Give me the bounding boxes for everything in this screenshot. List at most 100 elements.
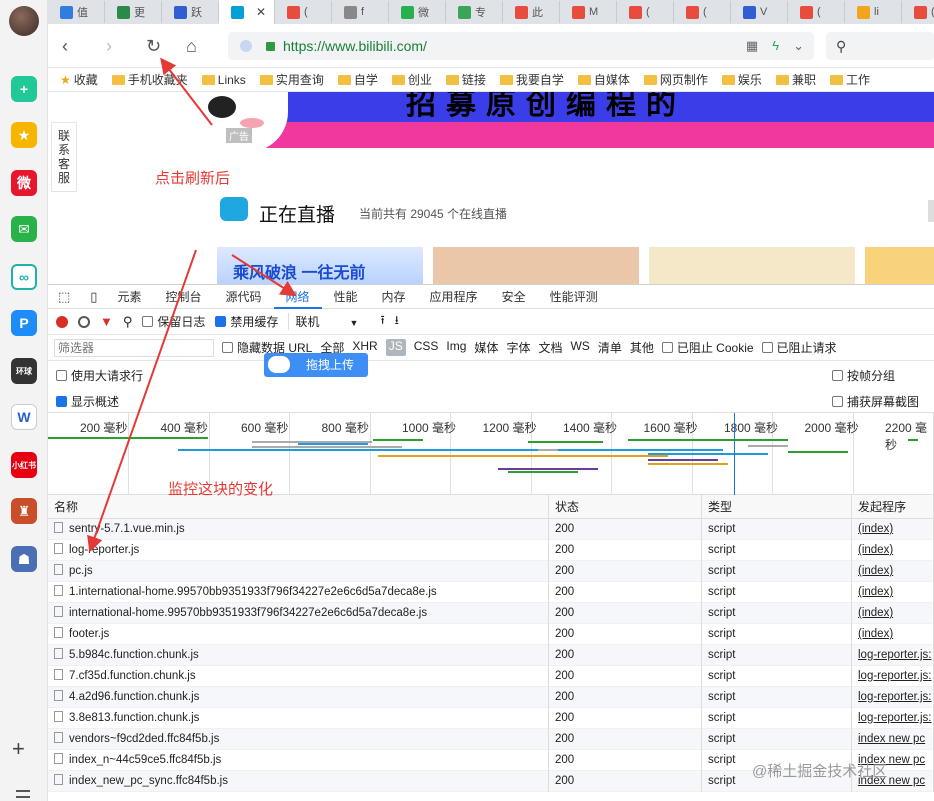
game-icon[interactable]: ♜ [11,498,37,524]
clear-icon[interactable] [78,315,90,328]
type-filter-button[interactable]: 其他 [630,339,654,356]
table-row[interactable]: 1.international-home.99570bb9351933f796f… [48,582,934,603]
devtools-tab[interactable]: 控制台 [153,285,213,309]
table-row[interactable]: international-home.99570bb9351933f796f34… [48,603,934,624]
checkbox[interactable] [222,342,233,354]
bookmark-item[interactable]: 网页制作 [643,71,708,88]
search-icon[interactable]: ⚲ [123,314,133,330]
type-filter-button[interactable]: 清单 [598,339,622,356]
browser-tab[interactable]: 更 [105,1,162,23]
devtools-tab[interactable]: 性能 [322,285,370,309]
dock-app-icon[interactable]: + [11,76,37,102]
show-overview-checkbox[interactable]: 显示概述 [56,393,119,410]
add-icon[interactable]: + [12,736,25,762]
lightning-icon[interactable]: ϟ [772,38,779,54]
checkbox[interactable] [56,370,67,382]
table-row[interactable]: 4.a2d96.function.chunk.js 200 script log-re… [48,687,934,708]
weibo-icon[interactable]: 微 [11,170,37,196]
cell-initiator[interactable]: log-reporter.js: [852,687,934,708]
table-row[interactable]: 3.8e813.function.chunk.js 200 script log-re… [48,708,934,729]
live-thumbnail[interactable] [433,247,639,284]
cell-initiator[interactable]: log-reporter.js: [852,666,934,687]
cell-initiator[interactable]: (index) [852,540,934,561]
site-info-icon[interactable] [240,40,252,52]
table-row[interactable]: vendors~f9cd2ded.ffc84f5b.js 200 script ind… [48,729,934,750]
filter-input[interactable] [54,338,214,357]
type-filter-button[interactable]: WS [570,339,589,356]
contact-support-button[interactable]: 联 系 客 服 [51,122,77,192]
type-filter-button[interactable]: 媒体 [474,339,498,356]
bookmark-item[interactable]: 实用查询 [259,71,324,88]
close-icon[interactable]: ✕ [256,5,266,19]
column-name[interactable]: 名称 [48,495,549,519]
table-row[interactable]: pc.js 200 script (index) [48,561,934,582]
type-filter-button[interactable]: JS [385,339,406,356]
devtools-tab[interactable]: 应用程序 [418,285,490,309]
column-type[interactable]: 类型 [702,495,852,519]
browser-tab[interactable]: V [731,1,788,23]
bookmark-item[interactable]: 自媒体 [577,71,630,88]
xiaohongshu-icon[interactable]: 小红书 [11,452,37,478]
browser-tab[interactable]: 跃 [162,1,219,23]
avatar[interactable] [9,6,39,36]
checkbox[interactable] [832,370,843,382]
blocked-cookies-checkbox[interactable]: 已阻止 Cookie [661,339,754,356]
live-thumbnail[interactable] [865,247,934,284]
cell-initiator[interactable]: log-reporter.js: [852,645,934,666]
group-by-frame-checkbox[interactable]: 按帧分组 [832,367,895,384]
browser-tab[interactable]: ( [902,1,934,23]
blocked-requests-checkbox[interactable]: 已阻止请求 [761,339,837,356]
checkbox[interactable] [761,342,773,354]
browser-tab[interactable]: 微 [389,1,446,23]
dock-star-icon[interactable]: ★ [11,122,37,148]
large-rows-checkbox[interactable]: 使用大请求行 [56,367,143,384]
bookmark-item[interactable]: ★ 收藏 [60,71,98,88]
browser-tab[interactable]: ( [275,1,332,23]
capture-screenshots-checkbox[interactable]: 捕获屏幕截图 [832,393,919,410]
address-bar[interactable]: https://www.bilibili.com/ ▦ ϟ ⌄ [228,32,814,60]
disable-cache-checkbox[interactable]: 禁用缓存 [215,313,278,330]
record-icon[interactable] [56,315,68,328]
mail-icon[interactable]: ✉ [11,216,37,242]
cell-initiator[interactable]: log-reporter.js: [852,708,934,729]
browser-tab[interactable]: 此 [503,1,560,23]
live-thumbnail[interactable] [649,247,855,284]
devtools-tab[interactable]: 性能评测 [538,285,610,309]
back-icon[interactable]: ‹ [62,36,68,56]
bookmark-item[interactable]: 兼职 [775,71,816,88]
live-thumbnail[interactable]: 乘风破浪 一往无前 [217,247,423,284]
cell-initiator[interactable]: (index) [852,519,934,540]
bookmark-item[interactable]: Links [201,73,246,87]
bookmark-item[interactable]: 我要自学 [499,71,564,88]
reload-icon[interactable]: ↻ [146,36,161,56]
cell-initiator[interactable]: index new pc [852,729,934,750]
export-icon[interactable]: ⭳ [395,311,399,332]
preserve-log-checkbox[interactable]: 保留日志 [142,313,205,330]
search-box[interactable]: ⚲ [826,32,934,60]
browser-tab[interactable]: 专 [446,1,503,23]
browser-tab[interactable]: li [845,1,902,23]
browser-tab[interactable]: 值 [48,1,105,23]
bookmark-item[interactable]: 手机收藏夹 [111,71,188,88]
cell-initiator[interactable]: (index) [852,582,934,603]
cell-initiator[interactable]: (index) [852,624,934,645]
checkbox[interactable] [661,342,673,354]
table-row[interactable]: 5.b984c.function.chunk.js 200 script log-re… [48,645,934,666]
bookmark-item[interactable]: 娱乐 [721,71,762,88]
browser-tab[interactable]: ( [788,1,845,23]
more-button[interactable] [928,200,934,222]
column-initiator[interactable]: 发起程序 [852,495,934,519]
type-filter-button[interactable]: 字体 [506,339,530,356]
forward-icon[interactable]: › [106,36,112,56]
device-toggle-icon[interactable]: ▯ [82,285,105,309]
ad-banner[interactable]: 招募原创编程的 [216,92,934,148]
filter-icon[interactable]: ▼ [100,314,113,329]
pixiv-icon[interactable]: P [11,310,37,336]
loop-icon[interactable]: ∞ [11,264,37,290]
devtools-tab[interactable]: 元素 [105,285,153,309]
devtools-tab[interactable]: 内存 [370,285,418,309]
table-row[interactable]: 7.cf35d.function.chunk.js 200 script log-re… [48,666,934,687]
type-filter-button[interactable]: CSS [414,339,439,356]
qr-icon[interactable]: ▦ [746,38,758,54]
browser-tab[interactable]: M [560,1,617,23]
